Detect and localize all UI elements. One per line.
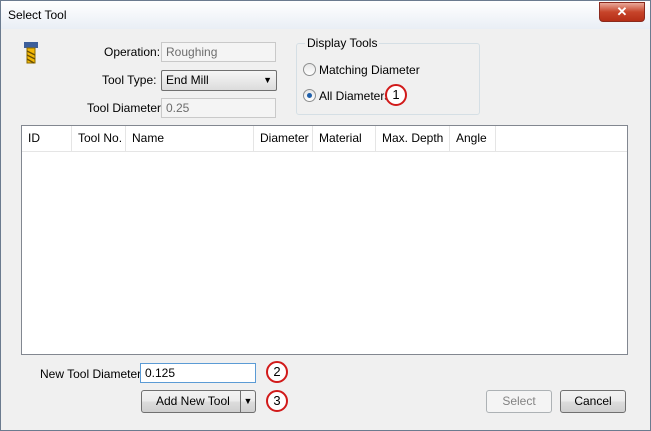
column-header-material[interactable]: Material [313,126,376,151]
end-mill-icon [22,42,40,64]
tool-type-label: Tool Type: [102,73,157,87]
column-header-name[interactable]: Name [126,126,254,151]
close-button[interactable]: ✕ [599,2,645,22]
tool-type-value: End Mill [166,73,209,87]
dropdown-arrow-icon[interactable]: ▼ [240,391,255,412]
tool-diameter-field[interactable]: 0.25 [161,98,276,118]
all-diameters-label[interactable]: All Diameters [319,89,390,103]
select-tool-dialog: Select Tool ✕ Operation: Roughing Tool T… [0,0,651,431]
select-button[interactable]: Select [486,390,552,413]
matching-diameter-label[interactable]: Matching Diameter [319,63,420,77]
display-tools-title: Display Tools [305,36,380,50]
column-header-angle[interactable]: Angle [450,126,496,151]
cancel-button[interactable]: Cancel [560,390,626,413]
chevron-down-icon: ▼ [263,75,272,85]
operation-field[interactable]: Roughing [161,42,276,62]
operation-label: Operation: [104,45,161,59]
column-header-tool-no[interactable]: Tool No. [72,126,126,151]
title-bar: Select Tool ✕ [1,1,650,29]
column-header-id[interactable]: ID [22,126,72,151]
add-new-tool-label: Add New Tool [156,394,230,408]
callout-3: 3 [266,390,288,412]
add-new-tool-button[interactable]: Add New Tool ▼ [141,390,256,413]
new-tool-diameter-label: New Tool Diameter: [40,367,145,381]
column-header-diameter[interactable]: Diameter [254,126,313,151]
display-tools-group [296,43,480,115]
tool-list[interactable]: ID Tool No. Name Diameter Material Max. … [21,125,628,355]
tool-list-header: ID Tool No. Name Diameter Material Max. … [22,126,627,152]
all-diameters-radio[interactable] [303,89,316,102]
window-title: Select Tool [8,8,67,22]
tool-diameter-label: Tool Diameter [87,101,162,115]
column-header-max-depth[interactable]: Max. Depth [376,126,450,151]
callout-2: 2 [266,361,288,383]
matching-diameter-radio[interactable] [303,63,316,76]
callout-1: 1 [385,84,407,106]
new-tool-diameter-input[interactable]: 0.125 [140,363,256,383]
tool-type-select[interactable]: End Mill ▼ [161,70,277,91]
